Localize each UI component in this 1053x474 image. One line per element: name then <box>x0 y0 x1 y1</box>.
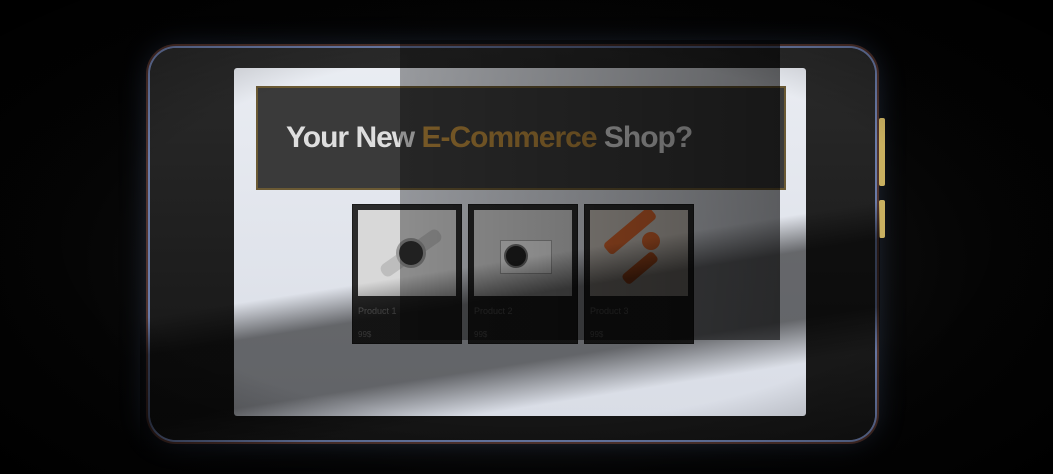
scene-background: Your New E-Commerce Shop? Product 1 99$ <box>0 0 1053 474</box>
watch-face-shape <box>396 238 426 268</box>
camera-image <box>474 210 572 296</box>
product-price: 99$ <box>358 330 372 339</box>
orange-shape-2 <box>642 232 660 250</box>
tablet-device: Your New E-Commerce Shop? Product 1 99$ <box>150 48 885 440</box>
hero-title-part1: Your New <box>286 121 422 154</box>
product-grid: Product 1 99$ Product 2 99$ Product 3 99… <box>352 204 694 344</box>
product-price: 99$ <box>474 330 488 339</box>
tablet-screen: Your New E-Commerce Shop? Product 1 99$ <box>234 68 806 416</box>
hero-title: Your New E-Commerce Shop? <box>286 121 693 155</box>
hero-title-accent: E-Commerce <box>421 121 597 154</box>
product-card[interactable]: Product 3 99$ <box>584 204 694 344</box>
product-name: Product 1 <box>358 306 397 316</box>
product-card[interactable]: Product 2 99$ <box>468 204 578 344</box>
tablet-side-button-bottom <box>879 200 885 238</box>
orange-abstract-image <box>590 210 688 296</box>
tablet-side-button-top <box>879 118 885 186</box>
hero-title-part2: Shop? <box>596 121 693 154</box>
product-price: 99$ <box>590 330 604 339</box>
orange-shape-3 <box>620 250 660 286</box>
smartwatch-image <box>358 210 456 296</box>
hero-banner: Your New E-Commerce Shop? <box>256 86 786 190</box>
product-card[interactable]: Product 1 99$ <box>352 204 462 344</box>
product-name: Product 2 <box>474 306 513 316</box>
camera-lens-shape <box>504 244 528 268</box>
product-name: Product 3 <box>590 306 629 316</box>
